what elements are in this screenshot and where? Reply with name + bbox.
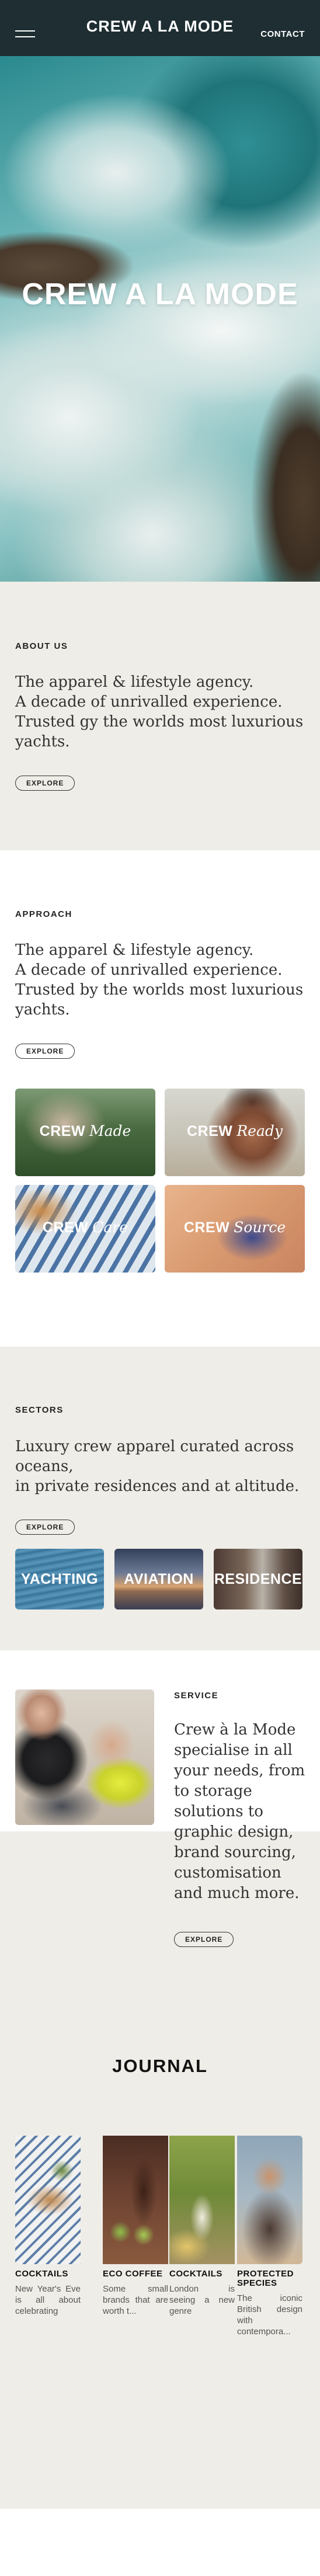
journal-card-title: PROTECTED SPECIES <box>237 2269 294 2288</box>
tile-residence-label: RESIDENCE <box>214 1571 302 1587</box>
journal-card-excerpt: London is seeing a new genre <box>169 2284 235 2316</box>
journal-card[interactable]: COCKTAILS New Year's Eve is all about ce… <box>15 2136 81 2328</box>
sectors-explore-button[interactable]: EXPLORE <box>15 1520 75 1535</box>
journal-image <box>103 2136 168 2264</box>
card-crew-source-title: CREW Source <box>165 1219 305 1236</box>
card-crew-made[interactable]: CREW Made <box>15 1089 155 1176</box>
service-label: SERVICE <box>174 1691 219 1701</box>
hero-title: CREW A LA MODE <box>22 277 298 311</box>
card-crew-care-title: CREW Care <box>15 1219 155 1236</box>
hero-image: CREW A LA MODE <box>0 56 320 582</box>
about-section: ABOUT US The apparel & lifestyle agency.… <box>0 582 320 850</box>
sectors-section: SECTORS Luxury crew apparel curated acro… <box>0 1347 320 1650</box>
card-crew-care-bold: CREW <box>42 1219 89 1236</box>
card-crew-source-italic: Source <box>234 1219 286 1236</box>
journal-card-title: COCKTAILS <box>15 2269 68 2279</box>
about-label: ABOUT US <box>15 641 68 651</box>
approach-section: APPROACH The apparel & lifestyle agency.… <box>0 850 320 1347</box>
journal-card-title: ECO COFFEE <box>103 2269 163 2279</box>
sectors-text: Luxury crew apparel curated across ocean… <box>15 1438 300 1495</box>
journal-image <box>15 2136 81 2264</box>
card-crew-made-italic: Made <box>89 1122 131 1139</box>
card-crew-made-title: CREW Made <box>15 1122 155 1140</box>
tile-yachting-label: YACHTING <box>20 1571 99 1587</box>
card-crew-made-bold: CREW <box>39 1123 86 1139</box>
approach-explore-button[interactable]: EXPLORE <box>15 1044 75 1059</box>
approach-text: The apparel & lifestyle agency. A decade… <box>15 941 304 1018</box>
journal-card[interactable]: PROTECTED SPECIES The iconic British des… <box>237 2136 302 2337</box>
tile-residence[interactable]: RESIDENCE <box>214 1549 302 1609</box>
tile-aviation[interactable]: AVIATION <box>114 1549 203 1609</box>
approach-label: APPROACH <box>15 909 72 919</box>
card-crew-source[interactable]: CREW Source <box>165 1185 305 1273</box>
contact-link[interactable]: CONTACT <box>260 29 305 39</box>
about-explore-button[interactable]: EXPLORE <box>15 776 75 791</box>
top-navigation-bar: CREW A LA MODE CONTACT <box>0 0 320 56</box>
card-crew-source-bold: CREW <box>183 1219 230 1236</box>
card-crew-ready-title: CREW Ready <box>165 1122 305 1140</box>
card-crew-care-italic: Care <box>92 1219 128 1236</box>
journal-card[interactable]: COCKTAILS London is seeing a new genre <box>169 2136 235 2328</box>
journal-image <box>169 2136 235 2264</box>
tile-yachting[interactable]: YACHTING <box>15 1549 104 1609</box>
card-crew-ready-bold: CREW <box>187 1123 233 1139</box>
service-explore-button[interactable]: EXPLORE <box>174 1932 234 1947</box>
journal-card-excerpt: New Year's Eve is all about celebrating <box>15 2284 81 2316</box>
sectors-label: SECTORS <box>15 1405 64 1415</box>
tile-aviation-label: AVIATION <box>124 1571 194 1587</box>
journal-image <box>237 2136 302 2264</box>
card-crew-ready-italic: Ready <box>236 1122 283 1139</box>
page: CREW A LA MODE CONTACT CREW A LA MODE AB… <box>0 0 320 2576</box>
card-crew-care[interactable]: CREW Care <box>15 1185 155 1273</box>
service-text: Crew à la Mode specialise in all your ne… <box>174 1721 305 1902</box>
journal-card-title: COCKTAILS <box>169 2269 222 2279</box>
about-text: The apparel & lifestyle agency. A decade… <box>15 673 304 750</box>
journal-card[interactable]: ECO COFFEE Some small brands that are wo… <box>103 2136 168 2328</box>
journal-title: JOURNAL <box>112 2056 208 2076</box>
service-image <box>15 1689 154 1825</box>
journal-card-excerpt: Some small brands that are worth t... <box>103 2284 168 2316</box>
card-crew-ready[interactable]: CREW Ready <box>165 1089 305 1176</box>
journal-card-excerpt: The iconic British design with contempor… <box>237 2293 302 2337</box>
